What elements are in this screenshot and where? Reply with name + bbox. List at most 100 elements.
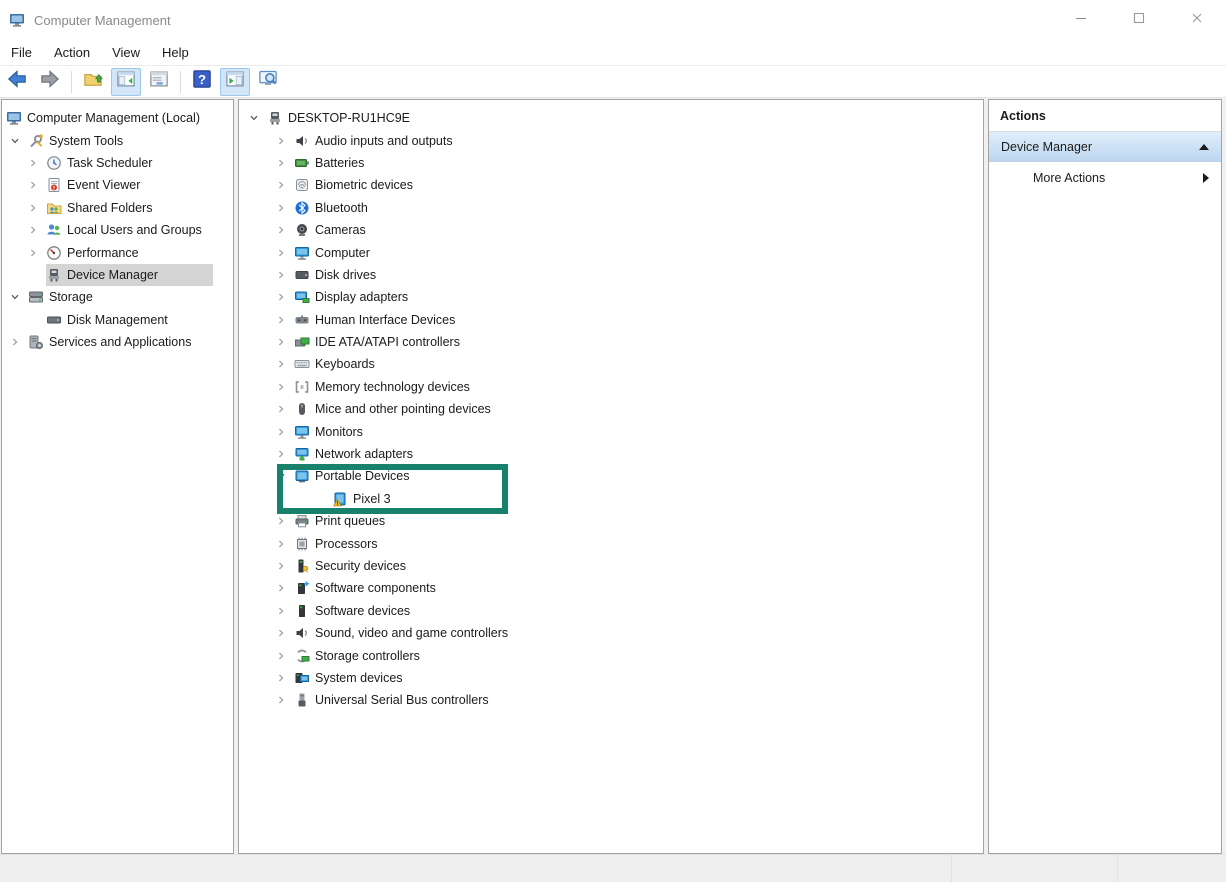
show-console-tree-button[interactable] <box>111 68 141 96</box>
chevron-right-icon[interactable] <box>276 403 294 415</box>
tree-item-storage-controllers[interactable]: Storage controllers <box>239 644 983 666</box>
keyboard-icon <box>294 356 310 372</box>
up-one-level-button[interactable] <box>78 68 108 96</box>
tree-item-performance[interactable]: Performance <box>2 241 233 263</box>
tree-item-batteries[interactable]: Batteries <box>239 152 983 174</box>
chevron-right-icon[interactable] <box>276 515 294 527</box>
chevron-right-icon[interactable] <box>276 291 294 303</box>
chevron-right-icon[interactable] <box>276 224 294 236</box>
chevron-right-icon[interactable] <box>28 179 46 191</box>
chevron-down-icon[interactable] <box>10 135 28 147</box>
chevron-right-icon[interactable] <box>276 538 294 550</box>
tree-item-memory-technology-devices[interactable]: Memory technology devices <box>239 376 983 398</box>
properties-button[interactable] <box>144 68 174 96</box>
chevron-right-icon[interactable] <box>276 672 294 684</box>
chevron-right-icon[interactable] <box>276 314 294 326</box>
tree-item-desktop-ru1hc9e[interactable]: DESKTOP-RU1HC9E <box>239 107 983 129</box>
tree-item-ide-ata-atapi-controllers[interactable]: IDE ATA/ATAPI controllers <box>239 331 983 353</box>
chevron-right-icon[interactable] <box>276 179 294 191</box>
chevron-right-icon[interactable] <box>276 605 294 617</box>
forward-button[interactable] <box>35 68 65 96</box>
chevron-right-icon[interactable] <box>10 336 28 348</box>
actions-group-device-manager[interactable]: Device Manager <box>989 132 1221 162</box>
chevron-right-icon[interactable] <box>28 247 46 259</box>
help-button[interactable]: ? <box>187 68 217 96</box>
chevron-right-icon[interactable] <box>276 627 294 639</box>
back-button[interactable] <box>2 68 32 96</box>
more-actions-item[interactable]: More Actions <box>989 162 1221 193</box>
chevron-right-icon[interactable] <box>276 135 294 147</box>
tree-item-mice-and-other-pointing-devices[interactable]: Mice and other pointing devices <box>239 398 983 420</box>
tree-item-body: Event Viewer <box>46 174 146 196</box>
chevron-right-icon[interactable] <box>276 426 294 438</box>
window-title: Computer Management <box>34 13 171 28</box>
minimize-button[interactable] <box>1052 0 1110 40</box>
chevron-down-icon[interactable] <box>249 112 267 124</box>
more-actions-label: More Actions <box>1033 171 1203 185</box>
tree-item-disk-management[interactable]: Disk Management <box>2 309 233 331</box>
chevron-right-icon[interactable] <box>28 224 46 236</box>
chevron-right-icon[interactable] <box>276 650 294 662</box>
chevron-right-icon[interactable] <box>276 582 294 594</box>
tree-item-universal-serial-bus-controllers[interactable]: Universal Serial Bus controllers <box>239 689 983 711</box>
tree-item-pixel-3[interactable]: Pixel 3 <box>239 488 983 510</box>
tree-item-device-manager[interactable]: Device Manager <box>2 264 233 286</box>
tree-item-keyboards[interactable]: Keyboards <box>239 353 983 375</box>
chevron-right-icon[interactable] <box>276 448 294 460</box>
menu-help[interactable]: Help <box>151 40 200 65</box>
tree-item-display-adapters[interactable]: Display adapters <box>239 286 983 308</box>
tree-item-software-devices[interactable]: Software devices <box>239 600 983 622</box>
tree-item-audio-inputs-and-outputs[interactable]: Audio inputs and outputs <box>239 129 983 151</box>
tree-item-disk-drives[interactable]: Disk drives <box>239 264 983 286</box>
menu-bar: FileActionViewHelp <box>0 40 1226 66</box>
tree-item-software-components[interactable]: Software components <box>239 577 983 599</box>
chevron-down-icon[interactable] <box>276 470 294 482</box>
chevron-right-icon[interactable] <box>276 202 294 214</box>
show-action-pane-button[interactable] <box>220 68 250 96</box>
scan-hardware-changes-button[interactable] <box>253 68 283 96</box>
tree-item-computer[interactable]: Computer <box>239 241 983 263</box>
menu-action[interactable]: Action <box>43 40 101 65</box>
collapse-up-triangle-icon[interactable] <box>1199 144 1209 150</box>
tree-item-storage[interactable]: Storage <box>2 286 233 308</box>
tree-item-event-viewer[interactable]: Event Viewer <box>2 174 233 196</box>
tree-item-system-devices[interactable]: System devices <box>239 667 983 689</box>
chevron-right-icon[interactable] <box>28 157 46 169</box>
chevron-right-icon[interactable] <box>276 269 294 281</box>
tree-item-shared-folders[interactable]: Shared Folders <box>2 197 233 219</box>
tree-item-local-users-and-groups[interactable]: Local Users and Groups <box>2 219 233 241</box>
maximize-button[interactable] <box>1110 0 1168 40</box>
tree-item-portable-devices[interactable]: Portable Devices <box>239 465 983 487</box>
chevron-down-icon[interactable] <box>10 291 28 303</box>
tree-item-task-scheduler[interactable]: Task Scheduler <box>2 152 233 174</box>
tree-item-computer-management-local[interactable]: Computer Management (Local) <box>2 107 233 129</box>
bluetooth-icon <box>294 200 310 216</box>
chevron-right-icon[interactable] <box>28 202 46 214</box>
tree-item-cameras[interactable]: Cameras <box>239 219 983 241</box>
chevron-right-icon[interactable] <box>276 157 294 169</box>
computer-management-icon <box>6 110 22 126</box>
tree-item-bluetooth[interactable]: Bluetooth <box>239 197 983 219</box>
tree-item-biometric-devices[interactable]: Biometric devices <box>239 174 983 196</box>
tree-item-sound-video-and-game-controllers[interactable]: Sound, video and game controllers <box>239 622 983 644</box>
tree-item-body: Universal Serial Bus controllers <box>294 689 495 711</box>
tree-item-body: Memory technology devices <box>294 376 476 398</box>
tree-item-processors[interactable]: Processors <box>239 532 983 554</box>
chevron-right-icon[interactable] <box>276 694 294 706</box>
tree-item-system-tools[interactable]: System Tools <box>2 129 233 151</box>
chevron-right-icon[interactable] <box>276 358 294 370</box>
chevron-right-icon[interactable] <box>276 336 294 348</box>
tree-item-print-queues[interactable]: Print queues <box>239 510 983 532</box>
tree-item-services-and-applications[interactable]: Services and Applications <box>2 331 233 353</box>
close-button[interactable] <box>1168 0 1226 40</box>
tree-item-network-adapters[interactable]: Network adapters <box>239 443 983 465</box>
tree-item-monitors[interactable]: Monitors <box>239 420 983 442</box>
menu-file[interactable]: File <box>0 40 43 65</box>
chevron-right-icon[interactable] <box>276 381 294 393</box>
chevron-right-icon[interactable] <box>276 560 294 572</box>
menu-view[interactable]: View <box>101 40 151 65</box>
memory-icon <box>294 379 310 395</box>
chevron-right-icon[interactable] <box>276 247 294 259</box>
tree-item-security-devices[interactable]: Security devices <box>239 555 983 577</box>
tree-item-human-interface-devices[interactable]: Human Interface Devices <box>239 309 983 331</box>
